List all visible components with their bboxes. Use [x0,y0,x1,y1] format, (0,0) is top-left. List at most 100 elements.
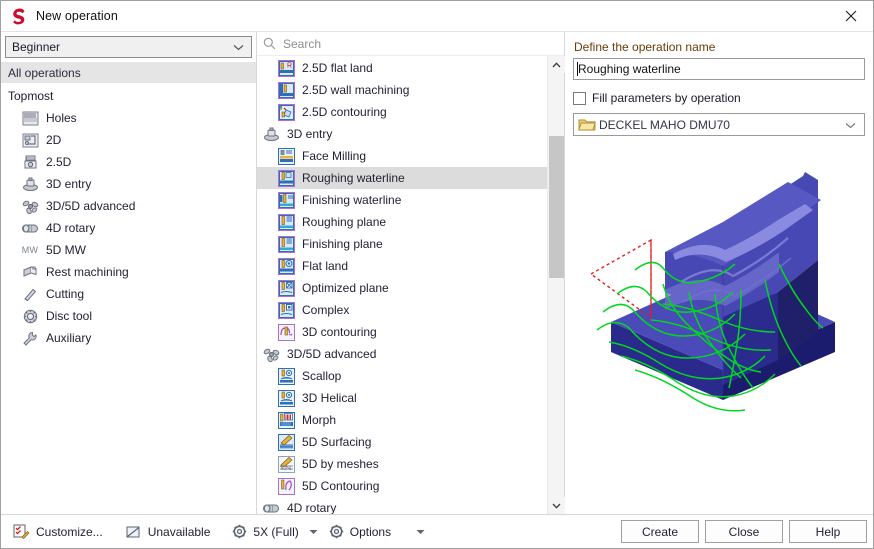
operation-item[interactable]: 3D contouring [257,321,547,343]
operation-item[interactable]: 5D Surfacing [257,431,547,453]
sidebar-item-rest-machining[interactable]: Rest machining [1,261,256,283]
operation-group-label: 3D/5D advanced [287,347,377,361]
sidebar-item-5d-mw[interactable]: MW 5D MW [1,239,256,261]
customize-button[interactable]: Customize... [7,520,109,544]
4d-rotary-icon [262,500,281,514]
unavailable-label: Unavailable [147,524,211,539]
operation-item[interactable]: Finishing waterline [257,189,547,211]
sidebar-item-holes[interactable]: Holes [1,107,256,129]
operation-name-value: Roughing waterline [578,62,681,76]
cutting-icon [21,286,39,302]
customize-icon [13,524,30,540]
3d-5d-advanced-icon [21,198,39,214]
search-input[interactable]: Search [257,32,564,56]
complex-icon [278,301,295,319]
operation-item[interactable]: 5D Contouring [257,475,547,497]
3d-helical-icon [278,389,295,407]
milling-wall-icon [278,81,295,99]
operation-item[interactable]: 2.5D wall machining [257,79,547,101]
scrollbar-thumb[interactable] [549,136,564,278]
milling-flat-land-icon: R [278,59,295,77]
5d-by-meshes-icon [278,455,295,473]
help-label: Help [815,524,841,539]
new-operation-dialog: New operation Beginner All operations To… [0,0,874,549]
search-icon [263,37,276,50]
sidebar-item-disc-tool[interactable]: Disc tool [1,305,256,327]
sidebar-item-4d-rotary[interactable]: 4D rotary [1,217,256,239]
sidebar-item-cutting[interactable]: Cutting [1,283,256,305]
window-title: New operation [36,9,118,23]
sidebar-item-3d-5d-advanced[interactable]: 3D/5D advanced [1,195,256,217]
preview-3d-model [589,172,835,412]
chevron-up-icon[interactable] [548,56,565,73]
operation-label: 2.5D contouring [302,105,387,119]
operation-item[interactable]: Finishing plane [257,233,547,255]
operation-label: Optimized plane [302,281,389,295]
operation-label: 5D by meshes [302,457,379,471]
experience-level-select[interactable]: Beginner [5,36,252,58]
axis-mode-button[interactable]: 5X (Full) [226,520,304,544]
operation-item[interactable]: 5D by meshes [257,453,547,475]
operation-item[interactable]: 3D Helical [257,387,547,409]
sprut-s-logo-icon [10,7,28,25]
operation-item[interactable]: R 2.5D flat land [257,57,547,79]
help-button[interactable]: Help [789,520,867,543]
operation-item[interactable]: 2.5D contouring [257,101,547,123]
machine-select[interactable]: DECKEL MAHO DMU70 [573,113,865,136]
operations-scrollbar[interactable] [547,56,565,514]
operation-item[interactable]: Scallop [257,365,547,387]
sidebar-item-2d[interactable]: 2D [1,129,256,151]
operation-group-4d-rotary: 4D rotary [257,497,547,514]
options-dropdown-arrow-icon[interactable] [411,521,429,543]
chevron-down-icon [845,118,856,132]
operation-label: Complex [302,303,350,317]
operation-label: 3D contouring [302,325,377,339]
close-button[interactable]: Close [705,520,783,543]
folder-icon [578,117,597,132]
axis-dropdown-arrow-icon[interactable] [305,521,323,543]
operation-item[interactable]: Face Milling [257,145,547,167]
operations-list: R 2.5D flat land 2.5D wall machining 2.5… [257,56,547,514]
sidebar-item-label: Auxiliary [46,331,92,345]
chevron-down-icon [233,40,244,54]
5d-contouring-icon [278,477,295,495]
operation-label: Finishing plane [302,237,383,251]
sidebar-item-2-5d[interactable]: 2.5D [1,151,256,173]
operation-item[interactable]: Flat land [257,255,547,277]
create-button[interactable]: Create [621,520,699,543]
operation-item-roughing-waterline[interactable]: Roughing waterline [257,167,547,189]
operations-list-wrapper: R 2.5D flat land 2.5D wall machining 2.5… [257,56,565,514]
operation-label: Flat land [302,259,349,273]
svg-text:R: R [287,62,292,69]
close-icon[interactable] [828,1,873,31]
options-button[interactable]: Options [323,520,397,544]
operation-label: Roughing plane [302,215,387,229]
fill-parameters-checkbox[interactable]: Fill parameters by operation [573,91,865,105]
3d-contouring-icon [278,323,295,341]
roughing-waterline-icon [278,169,295,187]
sidebar-item-all-operations[interactable]: All operations [1,62,256,83]
milling-contouring-icon [278,103,295,121]
chevron-down-icon[interactable] [548,497,565,514]
operation-item[interactable]: Morph [257,409,547,431]
sidebar-root-topmost[interactable]: Topmost [1,85,256,107]
operation-group-label: 3D entry [287,127,333,141]
operation-name-label: Define the operation name [574,40,716,54]
operation-label: 2.5D wall machining [302,83,410,97]
finishing-plane-icon [278,235,295,253]
operation-item[interactable]: Optimized plane [257,277,547,299]
machine-value: DECKEL MAHO DMU70 [599,117,730,132]
unavailable-toggle[interactable]: Unavailable [119,520,217,544]
5d-surfacing-icon [278,433,295,451]
customize-label: Customize... [36,524,103,539]
sidebar-item-auxiliary[interactable]: Auxiliary [1,327,256,349]
create-label: Create [641,524,679,539]
operation-item[interactable]: Roughing plane [257,211,547,233]
operation-name-input[interactable]: Roughing waterline [573,58,865,80]
experience-level-value: Beginner [12,40,61,54]
sidebar-item-3d-entry[interactable]: 3D entry [1,173,256,195]
operation-label: Finishing waterline [302,193,402,207]
operation-label: 3D Helical [302,391,357,405]
operation-group-3d-5d-advanced: 3D/5D advanced [257,343,547,365]
operation-item[interactable]: Complex [257,299,547,321]
